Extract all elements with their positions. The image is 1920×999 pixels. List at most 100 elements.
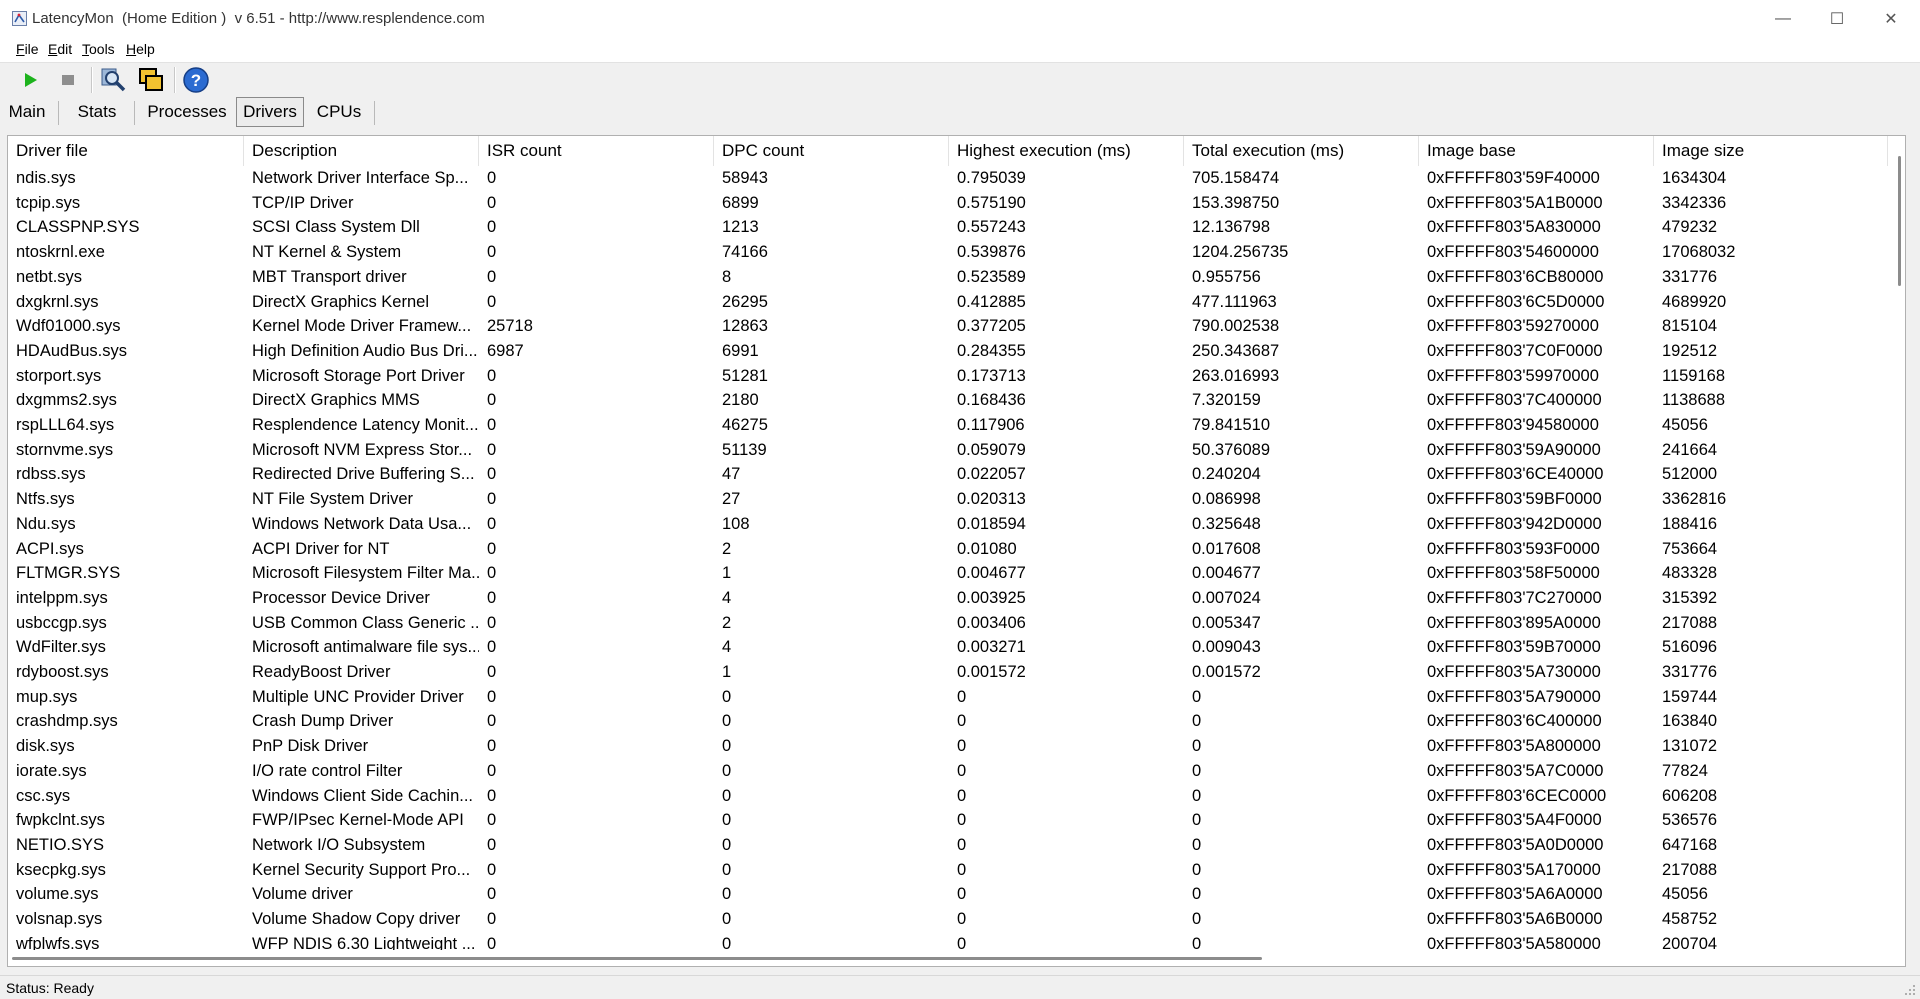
menu-help-rest: elp: [136, 41, 155, 57]
column-total-execution[interactable]: Total execution (ms): [1184, 136, 1419, 166]
cell-description: NT File System Driver: [252, 490, 414, 509]
cell-image-base: 0xFFFFF803'593F0000: [1427, 539, 1600, 558]
cell-isr-count: 0: [487, 910, 497, 928]
cell-highest-execution: 0.003925: [957, 588, 1026, 607]
cell-highest-execution: 0: [957, 885, 967, 904]
cell-image-base: 0xFFFFF803'7C270000: [1427, 588, 1602, 607]
maximize-button[interactable]: ☐: [1810, 0, 1864, 38]
column-driver-file[interactable]: Driver file: [8, 136, 244, 166]
table-row[interactable]: WdFilter.sys Microsoft antimalware file s…: [8, 635, 1888, 660]
cell-image-base: 0xFFFFF803'6C400000: [1427, 712, 1602, 731]
table-row[interactable]: mup.sys Multiple UNC Provider Driver 0 0 0 0 0…: [8, 685, 1888, 710]
table-row[interactable]: Ndu.sys Windows Network Data Usa... 0 108 0.…: [8, 512, 1888, 537]
table-row[interactable]: disk.sys PnP Disk Driver 0 0 0 0 0xFFFFF803'5A…: [8, 734, 1888, 759]
latencymon-window: LatencyMon (Home Edition ) v 6.51 - http…: [0, 0, 1920, 999]
svg-text:?: ?: [191, 71, 201, 90]
table-row[interactable]: netbt.sys MBT Transport driver 0 8 0.523589 0…: [8, 265, 1888, 290]
menu-help[interactable]: Help: [126, 41, 155, 57]
column-image-size[interactable]: Image size: [1654, 136, 1888, 166]
tab-drivers[interactable]: Drivers: [236, 97, 304, 127]
table-row[interactable]: dxgmms2.sys DirectX Graphics MMS 0 2180 0.16…: [8, 388, 1888, 413]
cell-isr-count: 0: [487, 786, 497, 805]
search-button[interactable]: [98, 65, 128, 95]
cell-driver-file: ksecpkg.sys: [16, 860, 106, 879]
windows-button[interactable]: [136, 65, 166, 95]
cell-description: TCP/IP Driver: [252, 193, 354, 212]
cell-total-execution: 0: [1192, 885, 1202, 904]
cell-dpc-count: 108: [722, 514, 750, 533]
table-row[interactable]: iorate.sys I/O rate control Filter 0 0 0 0 0xF…: [8, 759, 1888, 784]
cell-driver-file: volume.sys: [16, 885, 99, 904]
table-row[interactable]: stornvme.sys Microsoft NVM Express Stor..…: [8, 438, 1888, 463]
column-dpc-count[interactable]: DPC count: [714, 136, 949, 166]
table-row[interactable]: FLTMGR.SYS Microsoft Filesystem Filter Ma…: [8, 561, 1888, 586]
tab-stats[interactable]: Stats: [68, 97, 126, 127]
table-row[interactable]: rspLLL64.sys Resplendence Latency Monit..…: [8, 413, 1888, 438]
cell-driver-file: rdbss.sys: [16, 465, 86, 484]
cell-driver-file: volsnap.sys: [16, 910, 103, 928]
cell-description: FWP/IPsec Kernel-Mode API: [252, 811, 464, 830]
cell-driver-file: stornvme.sys: [16, 440, 114, 459]
table-row[interactable]: csc.sys Windows Client Side Cachin... 0 0 0 0…: [8, 784, 1888, 809]
cell-dpc-count: 0: [722, 910, 732, 928]
horizontal-scroll-thumb[interactable]: [12, 957, 1262, 960]
cell-image-base: 0xFFFFF803'94580000: [1427, 416, 1599, 434]
cell-isr-count: 0: [487, 366, 497, 385]
table-row[interactable]: ntoskrnl.exe NT Kernel & System 0 74166 0.53…: [8, 240, 1888, 265]
table-row[interactable]: CLASSPNP.SYS SCSI Class System Dll 0 1213 0.…: [8, 215, 1888, 240]
tab-cpus[interactable]: CPUs: [310, 97, 368, 127]
table-row[interactable]: tcpip.sys TCP/IP Driver 0 6899 0.575190 153.3…: [8, 191, 1888, 216]
search-icon: [101, 68, 126, 92]
table-row[interactable]: NETIO.SYS Network I/O Subsystem 0 0 0 0 0xFFFF…: [8, 833, 1888, 858]
column-image-base[interactable]: Image base: [1419, 136, 1654, 166]
column-isr-count[interactable]: ISR count: [479, 136, 714, 166]
menu-file[interactable]: File: [16, 41, 39, 57]
table-row[interactable]: volume.sys Volume driver 0 0 0 0 0xFFFFF803'5A…: [8, 882, 1888, 907]
table-row[interactable]: crashdmp.sys Crash Dump Driver 0 0 0 0 0xFFFFF…: [8, 709, 1888, 734]
drivers-list[interactable]: Driver file Description ISR count DPC co…: [7, 135, 1906, 967]
help-button[interactable]: ?: [181, 65, 211, 95]
cell-total-execution: 79.841510: [1192, 416, 1270, 434]
vertical-scrollbar[interactable]: [1891, 136, 1905, 949]
tab-main[interactable]: Main: [2, 97, 52, 127]
horizontal-scrollbar[interactable]: [8, 950, 1905, 966]
table-row[interactable]: Ntfs.sys NT File System Driver 0 27 0.020313…: [8, 487, 1888, 512]
table-row[interactable]: intelppm.sys Processor Device Driver 0 4 0.0…: [8, 586, 1888, 611]
table-row[interactable]: ndis.sys Network Driver Interface Sp... 0 5…: [8, 166, 1888, 191]
minimize-button[interactable]: —: [1756, 0, 1810, 38]
cell-image-size: 606208: [1662, 786, 1718, 805]
cell-image-base: 0xFFFFF803'5A170000: [1427, 860, 1601, 879]
table-row[interactable]: fwpkclnt.sys FWP/IPsec Kernel-Mode API 0 0 0…: [8, 808, 1888, 833]
tab-processes[interactable]: Processes: [140, 97, 234, 127]
table-row[interactable]: rdbss.sys Redirected Drive Buffering S...…: [8, 462, 1888, 487]
table-row[interactable]: usbccgp.sys USB Common Class Generic ... 0…: [8, 611, 1888, 636]
cell-total-execution: 0: [1192, 910, 1202, 928]
table-row[interactable]: dxgkrnl.sys DirectX Graphics Kernel 0 26295…: [8, 290, 1888, 315]
column-highest-execution[interactable]: Highest execution (ms): [949, 136, 1184, 166]
cell-driver-file: netbt.sys: [16, 267, 83, 286]
table-row[interactable]: rdyboost.sys ReadyBoost Driver 0 1 0.001572 0…: [8, 660, 1888, 685]
cell-description: USB Common Class Generic ...: [252, 613, 479, 632]
table-row[interactable]: volsnap.sys Volume Shadow Copy driver 0 0 0 0…: [8, 907, 1888, 932]
tab-separator: [374, 101, 375, 125]
close-button[interactable]: ✕: [1864, 0, 1918, 38]
stop-button[interactable]: [53, 65, 83, 95]
cell-highest-execution: 0.022057: [957, 465, 1026, 484]
cell-driver-file: ntoskrnl.exe: [16, 243, 105, 262]
table-row[interactable]: ACPI.sys ACPI Driver for NT 0 2 0.01080 0.017…: [8, 537, 1888, 562]
table-row[interactable]: Wdf01000.sys Kernel Mode Driver Framew...…: [8, 314, 1888, 339]
cell-driver-file: iorate.sys: [16, 761, 87, 780]
menu-edit[interactable]: Edit: [48, 41, 72, 57]
start-button[interactable]: [15, 65, 45, 95]
vertical-scroll-thumb[interactable]: [1898, 156, 1901, 286]
column-description[interactable]: Description: [244, 136, 479, 166]
title-bar[interactable]: LatencyMon (Home Edition ) v 6.51 - http…: [0, 0, 1920, 38]
resize-grip-icon[interactable]: [1904, 984, 1916, 996]
toolbar-separator: [91, 67, 93, 93]
table-row[interactable]: ksecpkg.sys Kernel Security Support Pro..…: [8, 858, 1888, 883]
table-row[interactable]: HDAudBus.sys High Definition Audio Bus Dr…: [8, 339, 1888, 364]
cell-image-size: 536576: [1662, 811, 1718, 830]
cell-image-base: 0xFFFFF803'58F50000: [1427, 564, 1600, 583]
menu-tools[interactable]: Tools: [82, 41, 115, 57]
table-row[interactable]: storport.sys Microsoft Storage Port Drive…: [8, 364, 1888, 389]
